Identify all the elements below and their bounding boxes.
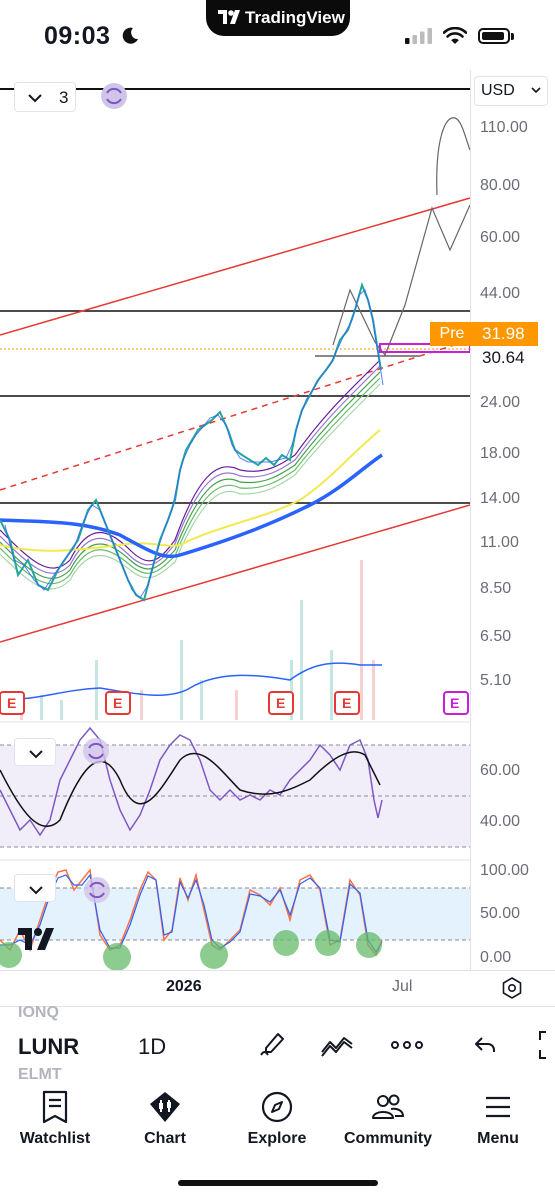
menu-icon	[486, 1096, 510, 1118]
symbol-button[interactable]: LUNR	[18, 1034, 79, 1060]
time-axis[interactable]	[0, 970, 555, 1007]
time-tick-month: Jul	[392, 978, 413, 995]
sync-icon[interactable]	[84, 877, 110, 903]
chevron-down-icon	[29, 886, 43, 895]
status-bar: 09:03 TradingView	[0, 0, 555, 70]
draw-icon[interactable]	[256, 1030, 286, 1060]
fullscreen-icon[interactable]	[536, 1030, 555, 1060]
ma-blue	[0, 453, 383, 559]
tab-label: Explore	[247, 1130, 307, 1147]
stoch-pane-toggle[interactable]	[14, 874, 56, 902]
chevron-down-icon	[28, 94, 42, 103]
compass-icon	[261, 1091, 293, 1123]
tradingview-logo-icon	[218, 10, 240, 24]
battery-icon	[478, 28, 510, 44]
ma-ribbon	[0, 359, 381, 590]
projection-arc[interactable]	[436, 117, 471, 196]
undo-icon[interactable]	[472, 1030, 498, 1060]
rsi-tick: 60.00	[480, 762, 521, 779]
time-tick-year: 2026	[166, 978, 202, 995]
tab-label: Watchlist	[19, 1130, 91, 1147]
rsi-tick: 40.00	[480, 813, 521, 830]
sync-icon[interactable]	[101, 83, 127, 109]
watchlist-icon	[42, 1090, 68, 1124]
pre-market-price: 31.98	[474, 322, 538, 346]
chevron-down-icon	[531, 87, 541, 93]
more-icon[interactable]	[390, 1030, 424, 1060]
upcoming-earnings-text: E	[450, 695, 459, 711]
watchlist-prev-symbol[interactable]: IONQ	[18, 1004, 59, 1022]
chart-icon	[150, 1092, 180, 1122]
collapse-toggle[interactable]: 3	[14, 82, 76, 112]
price-tick: 110.00	[480, 119, 528, 136]
tab-label: Chart	[144, 1130, 186, 1147]
price-tick: 6.50	[480, 628, 512, 645]
stoch-tick: 50.00	[480, 905, 521, 922]
community-icon	[372, 1094, 405, 1119]
battery-tip	[511, 33, 514, 40]
rsi-pane-toggle[interactable]	[14, 738, 56, 766]
earnings-marker-text: E	[276, 695, 285, 711]
tab-watchlist[interactable]: Watchlist	[0, 1090, 110, 1148]
channel-upper[interactable]	[0, 197, 471, 336]
earnings-marker-text: E	[113, 695, 122, 711]
price-tick: 18.00	[480, 445, 521, 462]
price-axis[interactable]	[470, 70, 555, 975]
ma-yellow	[0, 429, 381, 552]
price-tick: 5.10	[480, 672, 512, 689]
volume-ma	[0, 662, 382, 701]
earnings-marker-text: E	[7, 695, 16, 711]
tradingview-pill: TradingView	[206, 0, 350, 36]
indicator-count: 3	[59, 88, 69, 107]
stoch-tick: 0.00	[480, 949, 512, 966]
settings-icon[interactable]	[500, 976, 524, 1000]
signal-icon	[405, 28, 432, 44]
pre-market-badge: Pre	[430, 322, 474, 346]
price-tick: 14.00	[480, 490, 521, 507]
home-indicator	[178, 1180, 378, 1186]
stoch-band	[0, 888, 470, 940]
price-tick: 11.00	[480, 534, 519, 551]
currency-selector[interactable]: USD	[474, 76, 548, 106]
price-tick: 60.00	[480, 229, 521, 246]
tab-label: Menu	[477, 1130, 519, 1147]
stoch-tick: 100.00	[480, 862, 529, 879]
wifi-icon	[443, 27, 467, 44]
price-tick: 80.00	[480, 177, 521, 194]
currency-label: USD	[481, 82, 515, 99]
tab-menu[interactable]: Menu	[443, 1090, 553, 1148]
sync-icon[interactable]	[83, 738, 109, 764]
price-tick: 24.00	[480, 394, 521, 411]
brand-name: TradingView	[245, 8, 345, 27]
tab-label: Community	[344, 1130, 432, 1147]
tab-chart[interactable]: Chart	[110, 1090, 220, 1148]
clock: 09:03	[44, 22, 111, 50]
tab-explore[interactable]: Explore	[222, 1090, 332, 1148]
price-tick: 44.00	[480, 285, 521, 302]
chevron-down-icon	[29, 750, 43, 759]
moon-icon	[122, 27, 138, 44]
price-tick: 8.50	[480, 580, 512, 597]
last-price: 30.64	[482, 348, 525, 367]
tab-community[interactable]: Community	[333, 1090, 443, 1148]
earnings-markers[interactable]: E E E E E	[0, 691, 469, 715]
earnings-marker-text: E	[342, 695, 351, 711]
interval-button[interactable]: 1D	[138, 1034, 166, 1060]
watchlist-next-symbol[interactable]: ELMT	[18, 1066, 62, 1084]
indicators-icon[interactable]	[320, 1030, 356, 1060]
